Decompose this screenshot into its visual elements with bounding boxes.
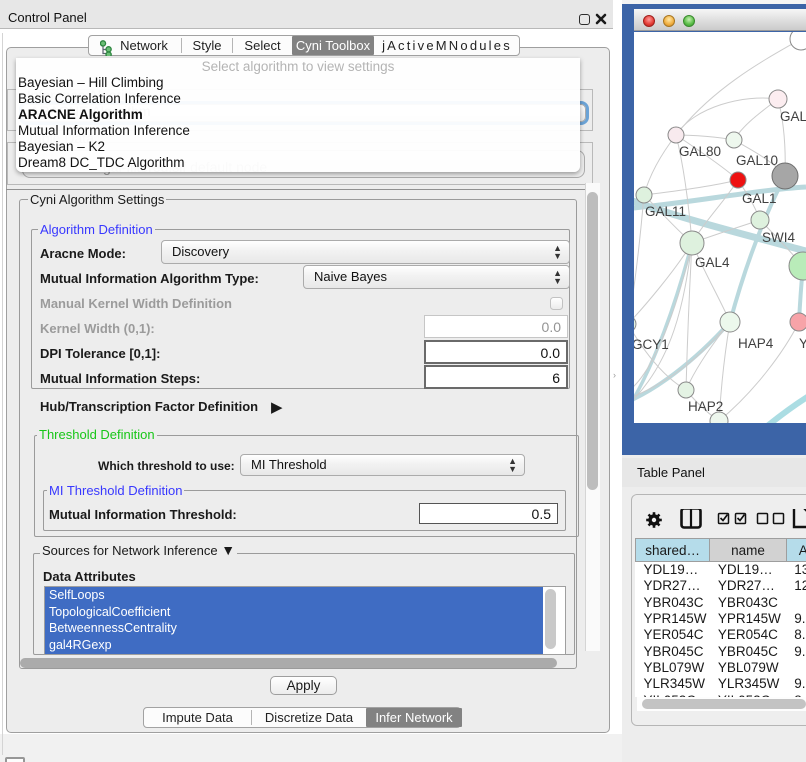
svg-text:GCY1: GCY1 [634, 337, 669, 352]
svg-text:GAL10: GAL10 [736, 153, 778, 168]
svg-text:SWI4: SWI4 [762, 230, 795, 245]
svg-text:Y: Y [799, 336, 806, 351]
svg-text:GAL4: GAL4 [695, 255, 730, 270]
svg-text:GAL80: GAL80 [679, 144, 721, 159]
svg-text:GAL11: GAL11 [645, 204, 686, 219]
svg-text:HAP4: HAP4 [738, 336, 774, 351]
svg-text:HAP2: HAP2 [688, 399, 723, 414]
svg-text:GAL1: GAL1 [742, 191, 777, 206]
svg-text:GAL: GAL [780, 109, 806, 124]
